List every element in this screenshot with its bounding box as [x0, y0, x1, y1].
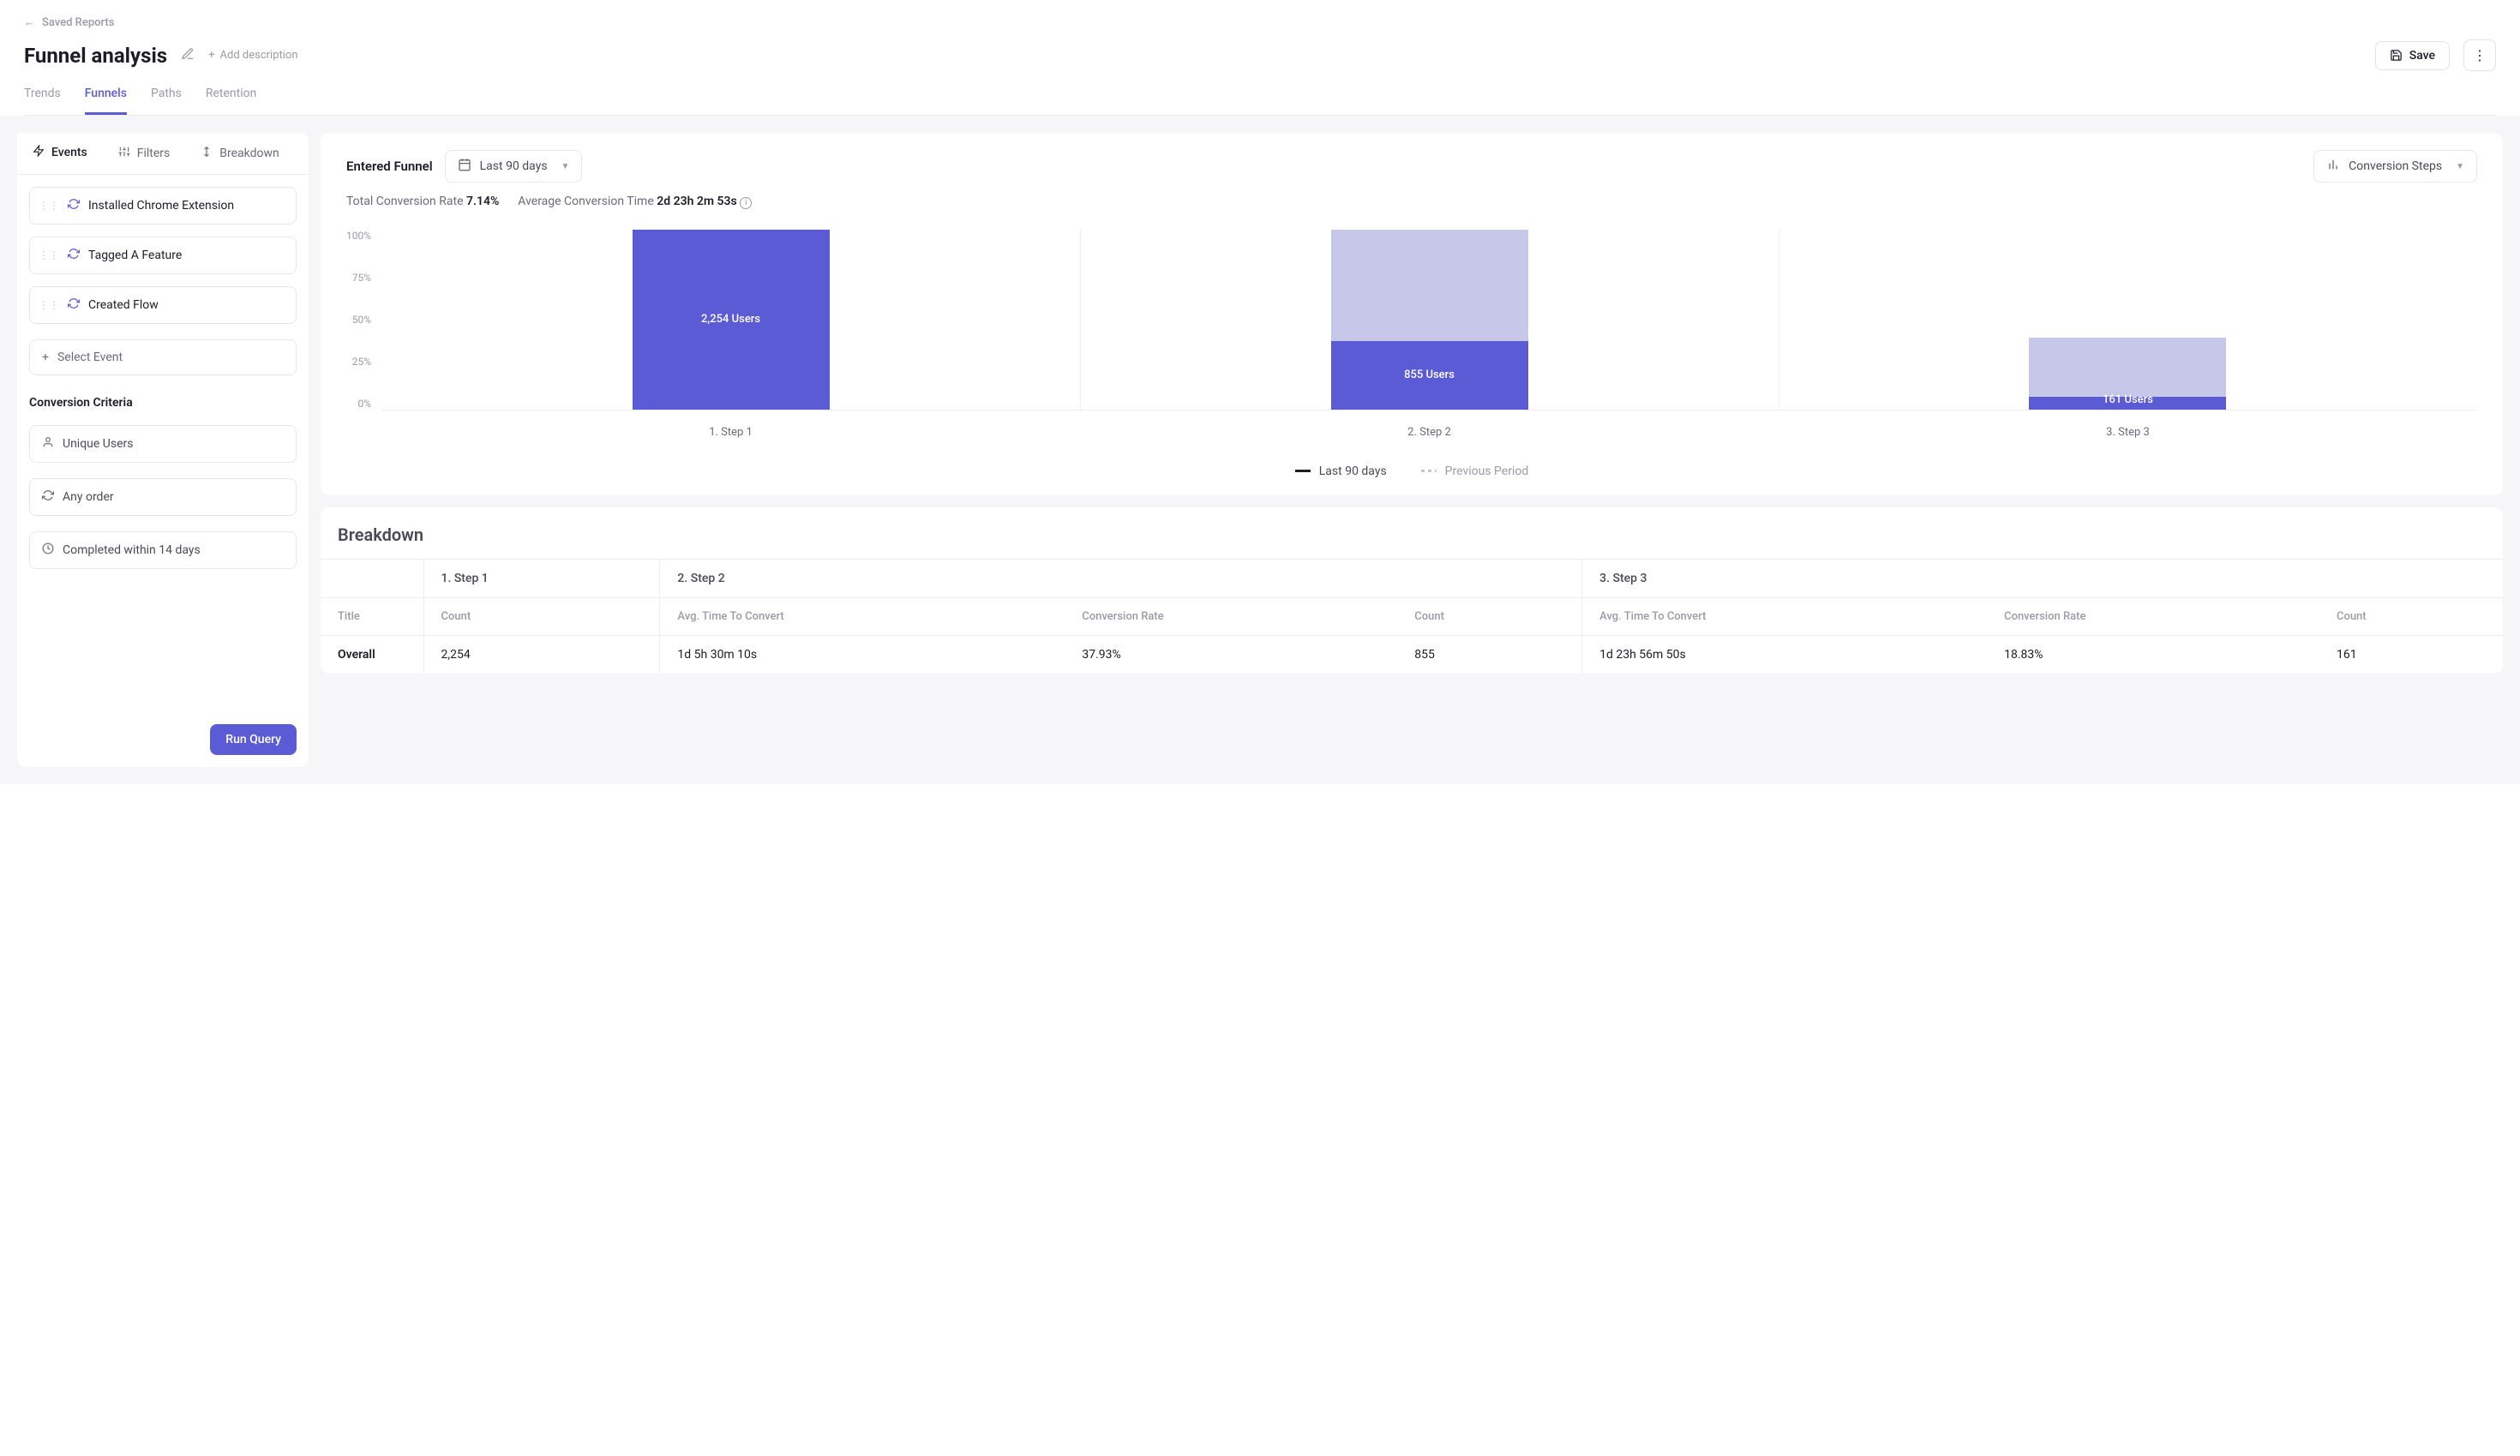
- chart-title: Entered Funnel: [346, 159, 433, 174]
- save-label: Save: [2409, 49, 2435, 63]
- page-title: Funnel analysis: [24, 44, 167, 68]
- col-count-3[interactable]: Count: [2319, 597, 2503, 635]
- criteria-unique-users[interactable]: Unique Users: [29, 425, 297, 463]
- chart-legend: Last 90 days Previous Period: [346, 464, 2477, 478]
- sliders-icon: [118, 146, 130, 161]
- add-description-button[interactable]: + Add description: [208, 49, 297, 62]
- info-icon[interactable]: i: [740, 197, 752, 209]
- refresh-icon: [68, 198, 80, 213]
- col-rate-3[interactable]: Conversion Rate: [1987, 597, 2319, 635]
- tab-retention[interactable]: Retention: [206, 87, 257, 115]
- side-tab-breakdown[interactable]: Breakdown: [185, 133, 294, 174]
- breadcrumb-back[interactable]: ← Saved Reports: [24, 15, 2496, 29]
- legend-line-icon: [1295, 470, 1311, 472]
- save-icon: [2390, 49, 2403, 62]
- step-header-1: 1. Step 1: [423, 559, 660, 597]
- refresh-icon: [68, 248, 80, 263]
- arrow-left-icon: ←: [24, 15, 35, 29]
- main-tabs: Trends Funnels Paths Retention: [24, 87, 2496, 116]
- step-header-2: 2. Step 2: [660, 559, 1582, 597]
- chevron-down-icon: ▼: [2456, 162, 2464, 171]
- select-event-button[interactable]: + Select Event: [29, 339, 297, 375]
- breakdown-title: Breakdown: [321, 524, 2503, 545]
- event-label: Created Flow: [88, 298, 159, 312]
- avg-conversion-time: Average Conversion Time 2d 23h 2m 53s i: [518, 195, 752, 209]
- more-menu-button[interactable]: ⋮: [2463, 39, 2496, 71]
- chart-bar-step3[interactable]: 161 Users: [1779, 230, 2477, 410]
- event-label: Installed Chrome Extension: [88, 199, 234, 213]
- chart-panel: Entered Funnel Last 90 days ▼ Conversion…: [321, 133, 2503, 495]
- legend-previous[interactable]: Previous Period: [1421, 464, 1529, 478]
- edit-title-icon[interactable]: [181, 47, 195, 64]
- conversion-criteria-label: Conversion Criteria: [29, 396, 297, 410]
- sidebar: Events Filters Breakdown ⋮⋮: [17, 133, 309, 767]
- col-avgtime-3[interactable]: Avg. Time To Convert: [1582, 597, 1987, 635]
- x-axis: 1. Step 1 2. Step 2 3. Step 3: [381, 410, 2477, 439]
- legend-dash-icon: [1421, 470, 1437, 472]
- date-range-dropdown[interactable]: Last 90 days ▼: [445, 150, 583, 183]
- legend-current[interactable]: Last 90 days: [1295, 464, 1387, 478]
- refresh-icon: [68, 297, 80, 313]
- drag-handle-icon[interactable]: ⋮⋮: [39, 299, 59, 311]
- tab-paths[interactable]: Paths: [151, 87, 182, 115]
- breadcrumb-label: Saved Reports: [42, 16, 114, 29]
- col-rate-2[interactable]: Conversion Rate: [1065, 597, 1397, 635]
- add-description-label: Add description: [220, 49, 298, 62]
- col-avgtime-2[interactable]: Avg. Time To Convert: [660, 597, 1065, 635]
- total-conversion-rate: Total Conversion Rate 7.14%: [346, 195, 499, 208]
- more-vertical-icon: ⋮: [2473, 47, 2487, 63]
- breakdown-table: 1. Step 1 2. Step 2 3. Step 3 Title Coun…: [321, 559, 2503, 674]
- plus-icon: +: [42, 351, 49, 364]
- breakdown-panel: Breakdown 1. Step 1 2. Step 2 3. Step 3 …: [321, 507, 2503, 674]
- bar-chart-icon: [2326, 158, 2340, 175]
- criteria-any-order[interactable]: Any order: [29, 478, 297, 516]
- criteria-completed-within[interactable]: Completed within 14 days: [29, 531, 297, 569]
- table-row[interactable]: Overall 2,254 1d 5h 30m 10s 37.93% 855 1…: [321, 635, 2503, 674]
- calendar-icon: [458, 158, 471, 175]
- plus-icon: +: [208, 49, 214, 62]
- save-button[interactable]: Save: [2375, 41, 2450, 70]
- step-header-3: 3. Step 3: [1582, 559, 2503, 597]
- user-icon: [42, 436, 54, 452]
- breakdown-icon: [201, 146, 213, 161]
- event-item-2[interactable]: ⋮⋮ Tagged A Feature: [29, 237, 297, 274]
- side-tab-events[interactable]: Events: [17, 133, 103, 174]
- event-item-3[interactable]: ⋮⋮ Created Flow: [29, 286, 297, 324]
- chart-bar-step1[interactable]: 2,254 Users: [381, 230, 1080, 410]
- drag-handle-icon[interactable]: ⋮⋮: [39, 249, 59, 261]
- tab-funnels[interactable]: Funnels: [85, 87, 127, 115]
- drag-handle-icon[interactable]: ⋮⋮: [39, 200, 59, 212]
- view-mode-dropdown[interactable]: Conversion Steps ▼: [2313, 150, 2477, 183]
- event-label: Tagged A Feature: [88, 249, 182, 262]
- shuffle-icon: [42, 489, 54, 505]
- bolt-icon: [33, 145, 45, 160]
- tab-trends[interactable]: Trends: [24, 87, 61, 115]
- run-query-button[interactable]: Run Query: [210, 724, 297, 755]
- clock-icon: [42, 542, 54, 558]
- col-title[interactable]: Title: [321, 597, 423, 635]
- chart-bar-step2[interactable]: 855 Users: [1080, 230, 1779, 410]
- chevron-down-icon: ▼: [561, 162, 570, 171]
- col-count-2[interactable]: Count: [1397, 597, 1581, 635]
- col-count-1[interactable]: Count: [423, 597, 660, 635]
- y-axis: 100% 75% 50% 25% 0%: [346, 230, 381, 410]
- funnel-chart: 100% 75% 50% 25% 0% 2,254 Users: [346, 230, 2477, 439]
- event-item-1[interactable]: ⋮⋮ Installed Chrome Extension: [29, 187, 297, 225]
- side-tab-filters[interactable]: Filters: [103, 133, 186, 174]
